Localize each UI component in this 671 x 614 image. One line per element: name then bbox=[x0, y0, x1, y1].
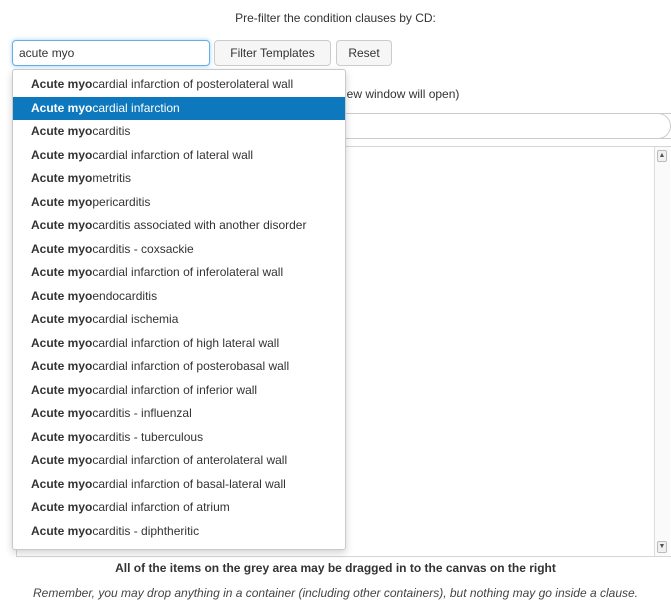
match-prefix: Acute myo bbox=[31, 406, 93, 420]
autocomplete-option[interactable]: Acute myocarditis - tuberculous bbox=[13, 426, 345, 450]
option-suffix: endocarditis bbox=[92, 288, 158, 303]
option-suffix: cardial infarction of basal-lateral wall bbox=[92, 476, 286, 491]
search-input[interactable] bbox=[12, 40, 210, 66]
drag-instruction: All of the items on the grey area may be… bbox=[115, 561, 556, 575]
autocomplete-option[interactable]: Acute myocarditis bbox=[13, 120, 345, 144]
autocomplete-option[interactable]: Acute myometritis bbox=[13, 167, 345, 191]
option-suffix: metritis bbox=[92, 171, 132, 185]
option-suffix: cardial infarction of inferior wall bbox=[92, 382, 258, 397]
autocomplete-option[interactable]: Acute myocardial infarction of posteroba… bbox=[13, 355, 345, 379]
match-prefix: Acute myo bbox=[31, 194, 93, 209]
match-prefix: Acute myo bbox=[31, 382, 93, 397]
option-suffix: cardial infarction bbox=[92, 100, 180, 115]
filter-templates-button[interactable]: Filter Templates bbox=[214, 40, 331, 66]
match-prefix: Acute myo bbox=[31, 312, 93, 326]
match-prefix: Acute myo bbox=[31, 453, 93, 467]
option-suffix: carditis associated with another disorde… bbox=[92, 218, 307, 232]
match-prefix: Acute myo bbox=[31, 241, 93, 256]
prefilter-label: Pre-filter the condition clauses by CD: bbox=[235, 11, 436, 25]
match-prefix: Acute myo bbox=[31, 100, 93, 115]
autocomplete-option[interactable]: Acute myocarditis - influenzal bbox=[13, 402, 345, 426]
option-suffix: cardial infarction of anterolateral wall bbox=[92, 453, 288, 467]
match-prefix: Acute myo bbox=[31, 124, 93, 138]
autocomplete-option[interactable]: Acute myocardial infarction of anterolat… bbox=[13, 449, 345, 473]
option-suffix: carditis - coxsackie bbox=[92, 241, 194, 256]
autocomplete-option[interactable]: Acute myocardial ischemia bbox=[13, 308, 345, 332]
match-prefix: Acute myo bbox=[31, 359, 93, 373]
scroll-down-arrow-icon[interactable]: ▼ bbox=[657, 541, 667, 553]
option-suffix: cardial infarction of atrium bbox=[92, 500, 230, 514]
match-prefix: Acute myo bbox=[31, 335, 93, 350]
match-prefix: Acute myo bbox=[31, 500, 93, 514]
option-suffix: cardial infarction of high lateral wall bbox=[92, 335, 280, 350]
autocomplete-option[interactable]: Acute myopericarditis bbox=[13, 191, 345, 215]
remember-instruction: Remember, you may drop anything in a con… bbox=[32, 586, 638, 600]
match-prefix: Acute myo bbox=[31, 265, 93, 279]
option-suffix: carditis bbox=[92, 124, 131, 138]
option-suffix: cardial infarction of inferolateral wall bbox=[92, 265, 284, 279]
autocomplete-option[interactable]: Acute myocardial infarction bbox=[13, 96, 345, 120]
autocomplete-option[interactable]: Acute myocardial infarction of atrium bbox=[13, 496, 345, 520]
match-prefix: Acute myo bbox=[31, 288, 93, 303]
search-pill-field[interactable] bbox=[330, 113, 671, 139]
match-prefix: Acute myo bbox=[31, 476, 93, 491]
new-window-hint: new window will open) bbox=[340, 87, 460, 101]
match-prefix: Acute myo bbox=[31, 171, 93, 185]
option-suffix: cardial ischemia bbox=[92, 312, 179, 326]
autocomplete-option[interactable]: Acute myocarditis - coxsackie bbox=[13, 238, 345, 262]
option-suffix: cardial infarction of posterobasal wall bbox=[92, 359, 290, 373]
option-suffix: pericarditis bbox=[92, 194, 151, 209]
vertical-scrollbar[interactable]: ▲ ▼ bbox=[654, 147, 670, 556]
option-suffix: cardial infarction of lateral wall bbox=[92, 147, 254, 162]
autocomplete-option[interactable]: Acute myocarditis - diphtheritic bbox=[13, 520, 345, 544]
reset-button[interactable]: Reset bbox=[336, 40, 392, 66]
option-suffix: cardial infarction of posterolateral wal… bbox=[92, 77, 294, 91]
match-prefix: Acute myo bbox=[31, 218, 93, 232]
match-prefix: Acute myo bbox=[31, 429, 93, 444]
autocomplete-option[interactable]: Acute myoendocarditis bbox=[13, 285, 345, 309]
match-prefix: Acute myo bbox=[31, 523, 93, 538]
autocomplete-option[interactable]: Acute myocardial infarction of inferior … bbox=[13, 379, 345, 403]
match-prefix: Acute myo bbox=[31, 147, 93, 162]
autocomplete-option[interactable]: Acute myocardial infarction of high late… bbox=[13, 332, 345, 356]
autocomplete-option[interactable]: Acute myocardial infarction of posterola… bbox=[13, 73, 345, 97]
autocomplete-option[interactable]: Acute myocardial infarction of lateral w… bbox=[13, 144, 345, 168]
autocomplete-option[interactable]: Acute myocardial infarction of basal-lat… bbox=[13, 473, 345, 497]
autocomplete-option[interactable]: Acute myocarditis associated with anothe… bbox=[13, 214, 345, 238]
option-suffix: carditis - diphtheritic bbox=[92, 523, 200, 538]
option-suffix: carditis - tuberculous bbox=[92, 429, 204, 444]
autocomplete-dropdown: Acute myocardial infarction of posterola… bbox=[12, 69, 346, 550]
match-prefix: Acute myo bbox=[31, 77, 93, 91]
option-suffix: carditis - influenzal bbox=[92, 406, 192, 420]
scroll-up-arrow-icon[interactable]: ▲ bbox=[657, 150, 667, 162]
autocomplete-option[interactable]: Acute myocardial infarction of inferolat… bbox=[13, 261, 345, 285]
